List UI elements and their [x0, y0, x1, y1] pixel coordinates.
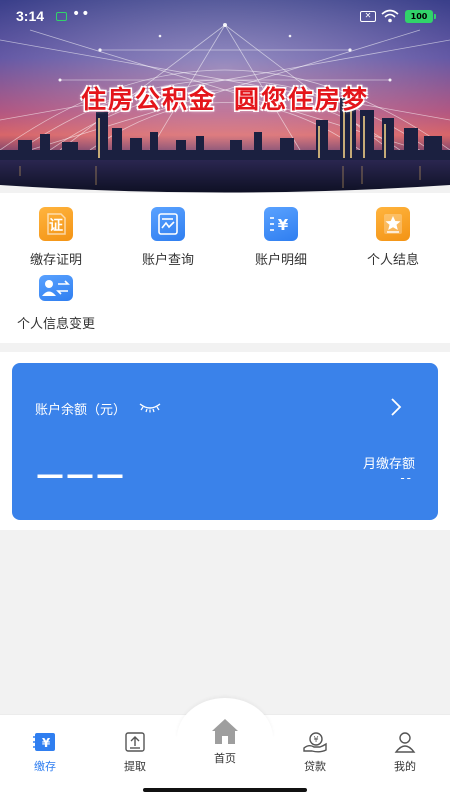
monthly-deposit-value: -- — [400, 471, 413, 485]
service-menu: 证 缴存证明 账户查询 ¥ 账户明细 个人结息 个人信息变更 — [0, 193, 450, 343]
svg-text:¥: ¥ — [278, 216, 289, 234]
eye-closed-icon[interactable] — [139, 401, 161, 413]
battery-icon: 100 — [405, 10, 436, 23]
tab-deposit[interactable]: ¥ 缴存 — [0, 730, 90, 774]
tab-profile[interactable]: 我的 — [360, 730, 450, 774]
balance-label: 账户余额（元） — [35, 403, 127, 418]
account-query-icon — [151, 207, 185, 241]
wifi-icon — [381, 9, 399, 23]
monthly-deposit-label: 月缴存额 — [362, 457, 415, 472]
status-bar: 3:14 •• ✕ 100 — [0, 0, 450, 32]
menu-label: 个人信息变更 — [16, 317, 95, 332]
loan-icon: ¥ — [270, 730, 360, 754]
menu-label: 账户查询 — [141, 253, 194, 268]
menu-item-account-detail[interactable]: ¥ 账户明细 — [225, 207, 337, 268]
app-notification-icon — [56, 12, 67, 21]
app-screen: 3:14 •• ✕ 100 住房公积金 圆您住房梦 证 缴存证明 账户查询 ¥ … — [0, 0, 450, 800]
banner: 3:14 •• ✕ 100 住房公积金 圆您住房梦 — [0, 0, 450, 193]
tab-label: 我的 — [394, 760, 416, 773]
menu-label: 个人结息 — [366, 253, 419, 268]
certificate-icon: 证 — [39, 207, 73, 241]
menu-label: 缴存证明 — [29, 253, 82, 268]
home-indicator — [143, 788, 307, 792]
banner-title-part2: 圆您住房梦 — [234, 85, 370, 114]
menu-item-account-query[interactable]: 账户查询 — [112, 207, 224, 268]
svg-text:证: 证 — [49, 218, 63, 234]
menu-item-info-change[interactable]: 个人信息变更 — [0, 275, 112, 332]
tab-label: 首页 — [214, 752, 236, 765]
balance-card[interactable]: 账户余额（元） ——— 月缴存额 -- — [12, 363, 438, 520]
profile-icon — [360, 730, 450, 754]
tab-loan[interactable]: ¥ 贷款 — [270, 730, 360, 774]
tab-label: 缴存 — [34, 760, 56, 773]
balance-amount: ——— — [36, 458, 126, 491]
info-change-icon — [39, 275, 73, 301]
tab-withdraw[interactable]: 提取 — [90, 730, 180, 774]
menu-item-deposit-certificate[interactable]: 证 缴存证明 — [0, 207, 112, 268]
balance-section: 账户余额（元） ——— 月缴存额 -- — [0, 352, 450, 530]
tab-home[interactable]: 首页 — [180, 716, 270, 766]
svg-text:¥: ¥ — [313, 735, 318, 744]
banner-title: 住房公积金 圆您住房梦 — [0, 80, 450, 116]
tab-label: 提取 — [124, 760, 146, 773]
deposit-icon: ¥ — [0, 730, 90, 754]
status-time: 3:14 — [16, 8, 45, 24]
banner-title-part1: 住房公积金 — [80, 85, 216, 114]
sim-icon: ✕ — [360, 11, 376, 22]
tab-label: 贷款 — [304, 760, 326, 773]
home-icon — [180, 716, 270, 746]
interest-star-icon — [376, 207, 410, 241]
account-detail-icon: ¥ — [264, 207, 298, 241]
menu-item-personal-interest[interactable]: 个人结息 — [337, 207, 449, 268]
status-more-icon: •• — [72, 6, 91, 22]
withdraw-icon — [90, 730, 180, 754]
menu-label: 账户明细 — [254, 253, 307, 268]
svg-text:¥: ¥ — [42, 736, 51, 750]
chevron-right-icon[interactable] — [389, 397, 403, 417]
